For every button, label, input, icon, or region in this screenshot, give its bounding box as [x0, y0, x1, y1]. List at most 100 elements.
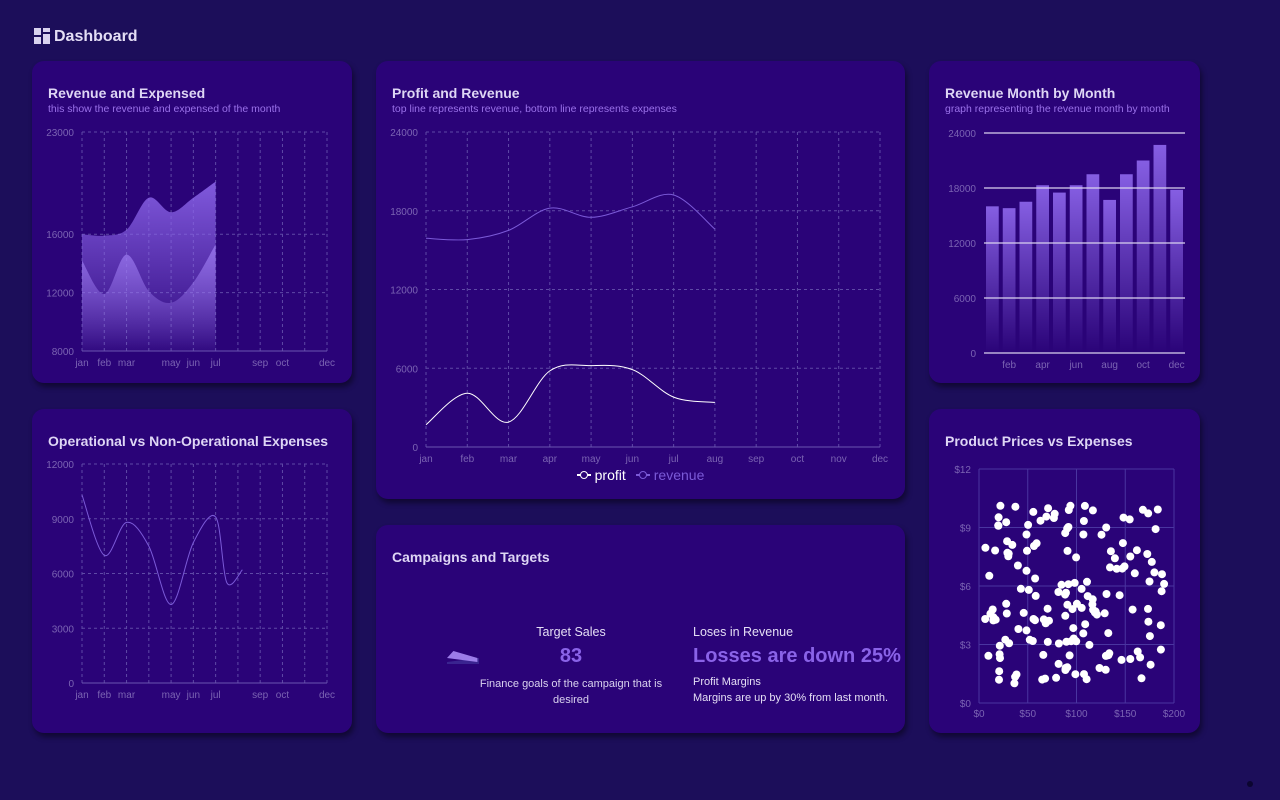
scatter-point	[1088, 506, 1097, 515]
operational-expenses-chart: 0 3000 6000 9000 12000 jan feb mar may jun jul sep o…	[46, 460, 335, 701]
x-tick-label: may	[582, 454, 601, 465]
x-tick-label: aug	[1101, 360, 1118, 371]
scatter-point	[1061, 664, 1070, 672]
scatter-point	[1112, 564, 1121, 573]
y-tick-label: 12000	[390, 286, 418, 297]
scatter-point	[1031, 616, 1039, 625]
scatter-point	[1003, 537, 1012, 546]
line-series-1	[81, 494, 243, 606]
bar-aug	[1103, 199, 1116, 353]
scatter-point	[981, 543, 990, 552]
scatter-point	[1157, 587, 1166, 596]
bar-feb	[1002, 208, 1016, 353]
x-tick-label: aug	[707, 454, 724, 465]
scatter-point	[1133, 647, 1142, 656]
y-tick-label: 0	[68, 679, 74, 690]
scatter-point	[1031, 591, 1040, 600]
scatter-point	[1106, 547, 1115, 556]
profit-revenue-chart: 0 6000 12000 18000 24000 jan feb mar apr may jun ju…	[390, 128, 888, 465]
x-tick-label: feb	[460, 454, 474, 465]
y-tick-label: 6000	[52, 570, 75, 581]
scatter-point	[1072, 599, 1081, 608]
y-tick-label: $12	[954, 465, 971, 476]
x-tick-label: jun	[186, 690, 200, 701]
scatter-point	[1022, 566, 1031, 575]
scatter-point	[1071, 670, 1080, 679]
x-tick-label: may	[162, 690, 181, 701]
scatter-point	[1100, 609, 1109, 618]
scatter-point	[1063, 524, 1072, 533]
scatter-point	[1054, 588, 1063, 596]
scatter-point	[989, 616, 998, 625]
x-tick-label: sep	[252, 690, 269, 701]
scatter-point	[994, 521, 1003, 530]
scatter-point	[1024, 585, 1033, 594]
scatter-point	[1083, 577, 1091, 586]
scatter-point	[1044, 504, 1053, 513]
x-tick-label: dec	[319, 690, 335, 701]
loses-label: Loses in Revenue	[693, 625, 794, 639]
scatter-point	[1158, 570, 1166, 579]
status-dot	[1247, 781, 1253, 787]
scatter-point	[1039, 650, 1048, 659]
x-tick-label: sep	[252, 358, 269, 369]
profit-margins-description: Margins are up by 30% from last month.	[693, 692, 889, 704]
scatter-point	[1025, 635, 1034, 644]
scatter-point	[1092, 610, 1101, 619]
x-tick-label: $200	[1163, 709, 1186, 720]
app-header: Dashboard	[34, 26, 138, 48]
x-tick-label: oct	[791, 454, 805, 465]
legend-label: profit	[594, 467, 626, 483]
x-tick-label: sep	[748, 454, 765, 465]
scatter-point	[1016, 584, 1025, 593]
scatter-point	[1118, 539, 1127, 548]
scatter-point	[1143, 550, 1152, 558]
legend-item-profit[interactable]: profit	[576, 467, 626, 483]
scatter-point	[1150, 568, 1159, 577]
scatter-point	[1128, 605, 1137, 614]
bar-apr	[1036, 185, 1049, 353]
scatter-point	[1029, 507, 1038, 516]
scatter-point	[1105, 649, 1114, 658]
scatter-point	[1156, 621, 1165, 630]
scatter-point	[1080, 501, 1089, 510]
page-title: Dashboard	[54, 28, 138, 45]
scatter-point	[995, 641, 1004, 650]
scatter-point	[1151, 525, 1160, 534]
x-tick-label: mar	[118, 358, 136, 369]
bar-dec	[1170, 189, 1183, 353]
target-sales-label: Target Sales	[536, 625, 606, 639]
bar-oct	[1136, 160, 1150, 353]
scatter-point	[1049, 514, 1058, 522]
prices-expenses-chart: $0 $50 $100 $150 $200 $0 $3 $6 $9 $12	[954, 465, 1186, 720]
line-series-revenue	[425, 193, 716, 241]
scatter-point	[1115, 591, 1124, 600]
x-tick-label: oct	[276, 690, 290, 701]
scatter-point	[1088, 595, 1097, 604]
x-tick-label: $50	[1019, 709, 1036, 720]
x-tick-label: jan	[74, 358, 88, 369]
scatter-point	[1019, 608, 1028, 617]
scatter-point	[1061, 611, 1070, 620]
scatter-point	[1144, 509, 1153, 518]
x-tick-label: $150	[1114, 709, 1137, 720]
scatter-point	[1126, 655, 1135, 663]
scatter-point	[996, 501, 1005, 510]
scatter-point	[1144, 617, 1153, 626]
scatter-point	[1145, 577, 1154, 586]
y-tick-label: 9000	[52, 515, 75, 526]
x-tick-label: nov	[831, 454, 847, 465]
y-tick-label: 18000	[948, 184, 976, 195]
target-sales-value: 83	[559, 645, 583, 667]
y-tick-label: 24000	[390, 128, 418, 139]
scatter-point	[1069, 634, 1078, 643]
y-tick-label: 12000	[46, 460, 74, 471]
scatter-point	[1079, 530, 1088, 539]
legend-item-revenue[interactable]: revenue	[635, 467, 704, 483]
y-tick-label: 18000	[390, 207, 418, 218]
bar-jun	[1069, 185, 1083, 353]
scatter-point	[1079, 629, 1088, 638]
line-series-profit	[425, 364, 715, 426]
target-sales-description: Finance goals of the campaign that is de…	[479, 678, 663, 706]
scatter-point	[1013, 561, 1022, 570]
